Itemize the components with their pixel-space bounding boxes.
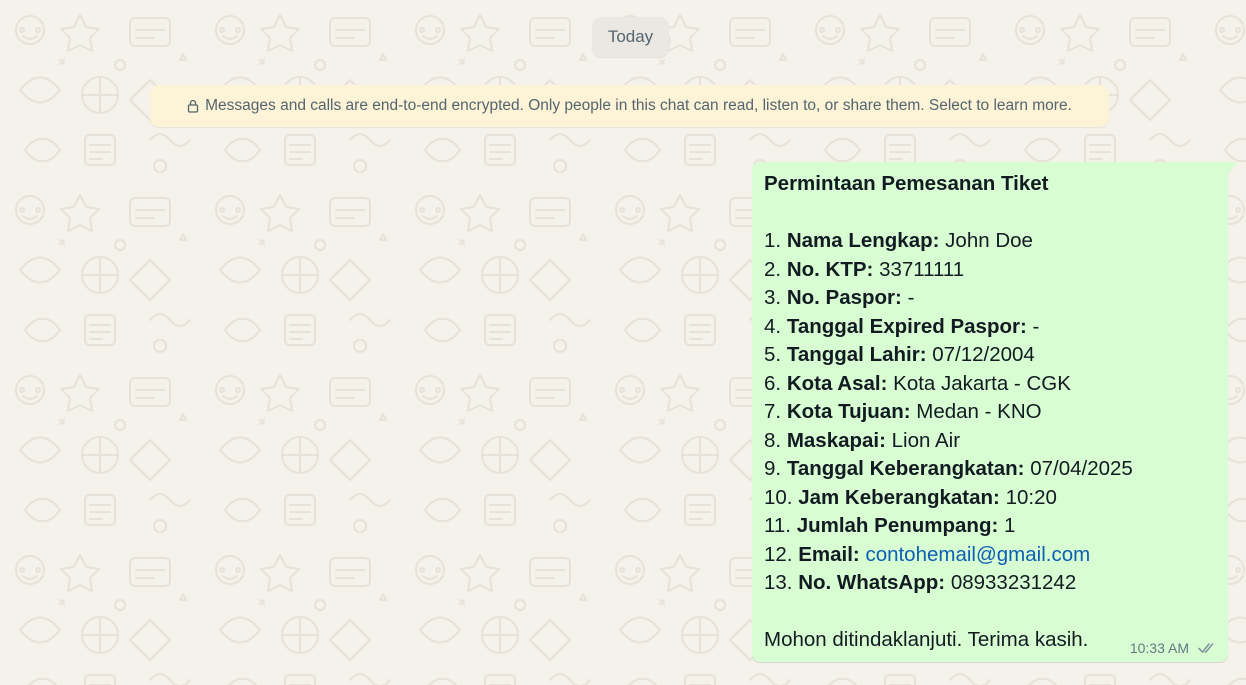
date-label: Today [607, 27, 654, 46]
message-title: Permintaan Pemesanan Tiket [764, 172, 1049, 195]
list-item: 5. Tanggal Lahir: 07/12/2004 [764, 343, 1035, 366]
email-link[interactable]: contohemail@gmail.com [865, 543, 1090, 566]
list-item: 13. No. WhatsApp: 08933231242 [764, 571, 1077, 594]
lock-icon [187, 99, 199, 113]
double-check-icon [1198, 643, 1214, 653]
list-item: 9. Tanggal Keberangkatan: 07/04/2025 [764, 457, 1133, 480]
list-item: 1. Nama Lengkap: John Doe [764, 229, 1033, 252]
list-item: 2. No. KTP: 33711111 [764, 257, 965, 281]
list-item: 8. Maskapai: Lion Air [764, 428, 961, 452]
message-meta: 10:33 AM [1130, 640, 1216, 656]
list-item: 4. Tanggal Expired Paspor: - [764, 314, 1040, 338]
encryption-notice-text: Messages and calls are end-to-end encryp… [205, 97, 1072, 114]
list-item: 11. Jumlah Penumpang: 1 [764, 514, 1016, 537]
message-time: 10:33 AM [1129, 640, 1189, 656]
message-text: Permintaan Pemesanan Tiket 1. Nama Lengk… [764, 170, 1219, 655]
date-separator: Today [592, 17, 669, 57]
outgoing-message-bubble[interactable]: Permintaan Pemesanan Tiket 1. Nama Lengk… [752, 162, 1228, 662]
list-item: 6. Kota Asal: Kota Jakarta - CGK [764, 371, 1071, 395]
list-item: 12. Email: contohemail@gmail.com [764, 542, 1091, 566]
list-item: 10. Jam Keberangkatan: 10:20 [764, 485, 1057, 509]
encryption-notice[interactable]: Messages and calls are end-to-end encryp… [150, 85, 1109, 127]
list-item: 7. Kota Tujuan: Medan - KNO [764, 400, 1042, 423]
message-closing: Mohon ditindaklanjuti. Terima kasih. [764, 628, 1089, 651]
list-item: 3. No. Paspor: - [764, 286, 915, 309]
